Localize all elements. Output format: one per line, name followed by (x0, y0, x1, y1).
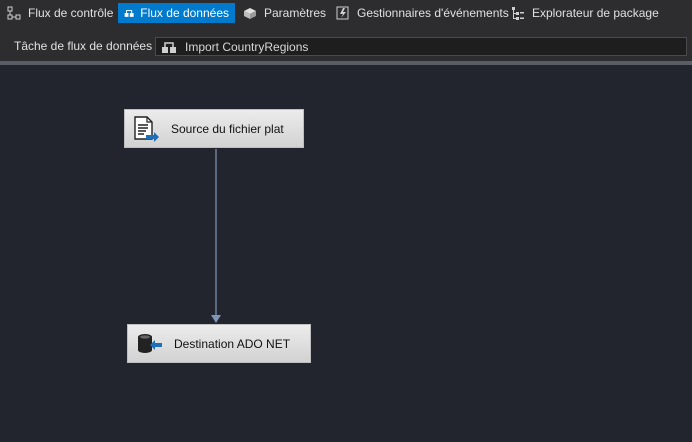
tab-parameters[interactable]: Paramètres (236, 3, 332, 23)
design-canvas[interactable]: Source du fichier plat Destination ADO N… (0, 65, 692, 442)
flat-file-source-component[interactable]: Source du fichier plat (124, 109, 304, 148)
ado-net-destination-component[interactable]: Destination ADO NET (127, 324, 311, 363)
tab-event-handlers[interactable]: Gestionnaires d'événements (329, 3, 515, 23)
tab-label: Paramètres (264, 6, 327, 20)
flat-file-source-icon (134, 115, 159, 142)
data-flow-task-value: Import CountryRegions (185, 39, 309, 54)
tab-label: Flux de données (140, 6, 229, 20)
tab-label: Gestionnaires d'événements (357, 6, 509, 20)
designer-tab-bar: Flux de contrôle Flux de données Paramèt… (0, 0, 692, 28)
package-explorer-icon (512, 7, 524, 20)
parameters-icon (244, 8, 256, 19)
tab-label: Flux de contrôle (28, 6, 114, 20)
tab-label: Explorateur de package (532, 6, 659, 20)
tab-control-flow[interactable]: Flux de contrôle (0, 3, 119, 23)
component-label: Source du fichier plat (171, 121, 284, 136)
data-flow-icon (162, 41, 176, 53)
ado-net-destination-icon (138, 333, 162, 353)
data-flow-icon (124, 9, 134, 17)
event-handlers-icon (336, 6, 349, 20)
control-flow-icon (7, 6, 21, 20)
data-flow-task-label: Tâche de flux de données : (14, 39, 159, 53)
component-label: Destination ADO NET (174, 336, 291, 351)
data-flow-task-bar: Tâche de flux de données : Import Countr… (0, 28, 692, 61)
data-path-arrow[interactable] (0, 65, 692, 442)
data-flow-task-dropdown[interactable]: Import CountryRegions (155, 37, 687, 56)
tab-data-flow[interactable]: Flux de données (118, 3, 235, 23)
tab-package-explorer[interactable]: Explorateur de package (504, 3, 665, 23)
